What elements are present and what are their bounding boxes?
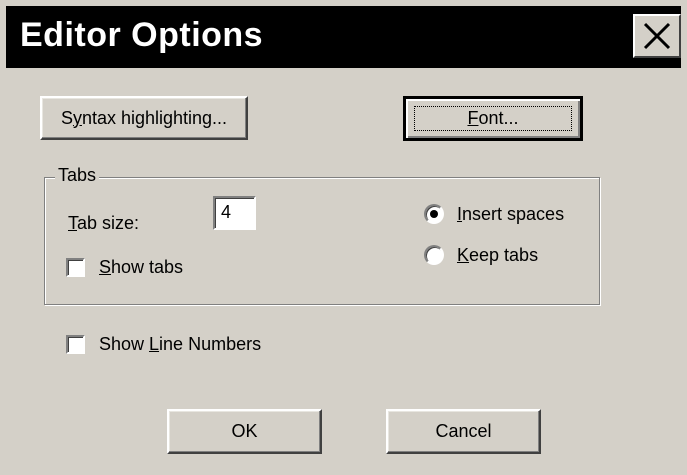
insert-spaces-label[interactable]: Insert spaces	[457, 204, 564, 225]
title-bar[interactable]: Editor Options	[6, 6, 681, 68]
syntax-highlighting-button[interactable]: Syntax highlighting...	[40, 96, 248, 140]
ok-button[interactable]: OK	[167, 409, 322, 454]
window-title: Editor Options	[20, 16, 264, 54]
show-line-numbers-label[interactable]: Show Line Numbers	[99, 334, 261, 355]
radio-selected-dot	[430, 210, 438, 218]
font-button[interactable]: Font...	[403, 96, 583, 141]
tabs-group-legend: Tabs	[55, 165, 100, 186]
show-tabs-checkbox[interactable]	[66, 258, 85, 277]
close-icon	[643, 22, 671, 50]
show-tabs-label[interactable]: Show tabs	[99, 257, 183, 278]
keep-tabs-label[interactable]: Keep tabs	[457, 245, 538, 266]
close-button[interactable]	[633, 14, 681, 58]
cancel-button[interactable]: Cancel	[386, 409, 541, 454]
tab-size-input[interactable]: 4	[213, 196, 256, 230]
show-line-numbers-checkbox[interactable]	[66, 335, 85, 354]
syntax-highlighting-label: Syntax highlighting...	[60, 107, 228, 128]
focus-ring	[414, 106, 572, 131]
editor-options-dialog: Editor Options Syntax highlighting... Fo…	[0, 0, 687, 475]
insert-spaces-radio[interactable]	[424, 204, 444, 224]
tabs-groupbox: Tabs	[44, 165, 600, 305]
keep-tabs-radio[interactable]	[424, 245, 444, 265]
tab-size-label: Tab size:	[68, 213, 140, 233]
